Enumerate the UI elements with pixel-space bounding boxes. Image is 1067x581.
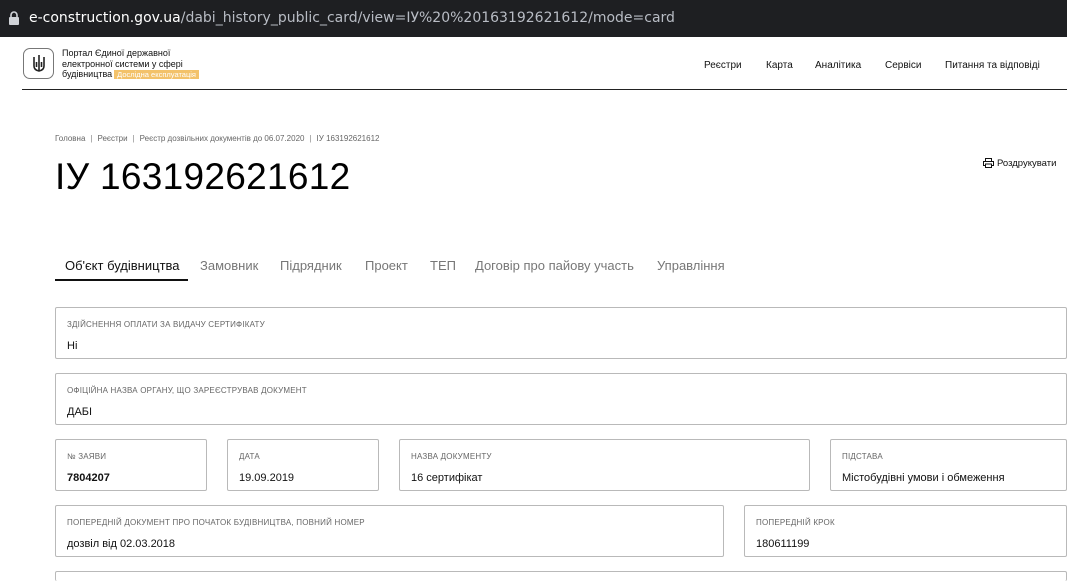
breadcrumb-separator: | <box>90 134 93 143</box>
active-tab-indicator <box>55 279 188 281</box>
tab-object[interactable]: Об'єкт будівництва <box>65 258 180 273</box>
authority-field: ОФІЦІЙНА НАЗВА ОРГАНУ, ЩО ЗАРЕЄСТРУВАВ Д… <box>55 373 1067 425</box>
field-label: НАЗВА ДОКУМЕНТУ <box>411 452 492 461</box>
portal-title-line2: електронної системи у сфері <box>62 58 183 69</box>
application-number-field: № ЗАЯВИ 7804207 <box>55 439 207 491</box>
field-value: 16 сертифікат <box>411 472 483 484</box>
basis-field: ПІДСТАВА Містобудівні умови і обмеження <box>830 439 1067 491</box>
breadcrumb-home[interactable]: Головна <box>55 134 85 143</box>
tab-customer[interactable]: Замовник <box>200 258 258 273</box>
field-value: ДАБІ <box>67 406 93 418</box>
tab-management[interactable]: Управління <box>657 258 725 273</box>
print-button[interactable]: Роздрукувати <box>983 158 1056 169</box>
portal-title[interactable]: Портал Єдиної державної електронної сист… <box>62 48 199 81</box>
nav-map[interactable]: Карта <box>766 60 793 71</box>
previous-document-field: ПОПЕРЕДНІЙ ДОКУМЕНТ ПРО ПОЧАТОК БУДІВНИЦ… <box>55 505 724 557</box>
field-label: ДАТА <box>239 452 260 461</box>
breadcrumb-registries[interactable]: Реєстри <box>97 134 127 143</box>
site-header: Портал Єдиної державної електронної сист… <box>22 37 1067 90</box>
field-value: дозвіл від 02.03.2018 <box>67 538 176 550</box>
url-text[interactable]: e-construction.gov.ua/dabi_history_publi… <box>29 10 675 26</box>
field-label: ПОПЕРЕДНІЙ ДОКУМЕНТ ПРО ПОЧАТОК БУДІВНИЦ… <box>67 518 365 527</box>
nav-analytics[interactable]: Аналітика <box>815 60 861 71</box>
browser-address-bar[interactable]: e-construction.gov.ua/dabi_history_publi… <box>0 0 1067 37</box>
payment-field: ЗДІЙСНЕННЯ ОПЛАТИ ЗА ВИДАЧУ СЕРТИФІКАТУ … <box>55 307 1067 359</box>
field-value: 180611199 <box>756 538 810 550</box>
field-value: 7804207 <box>67 472 110 484</box>
printer-icon <box>983 158 994 168</box>
nav-services[interactable]: Сервіси <box>885 60 921 71</box>
tab-contractor[interactable]: Підрядник <box>280 258 342 273</box>
field-value: Містобудівні умови і обмеження <box>842 472 1005 484</box>
tab-project[interactable]: Проект <box>365 258 408 273</box>
nav-faq[interactable]: Питання та відповіді <box>945 60 1040 71</box>
print-label: Роздрукувати <box>997 158 1057 169</box>
lock-icon <box>9 11 19 25</box>
breadcrumb-current: ІУ 163192621612 <box>316 134 380 143</box>
portal-title-line1: Портал Єдиної державної <box>62 48 171 58</box>
page-title: ІУ 163192621612 <box>55 156 351 197</box>
field-label: № ЗАЯВИ <box>67 452 107 461</box>
nav-registries[interactable]: Реєстри <box>704 60 742 71</box>
breadcrumb-separator: | <box>309 134 312 143</box>
field-label: ЗДІЙСНЕННЯ ОПЛАТИ ЗА ВИДАЧУ СЕРТИФІКАТУ <box>67 320 265 329</box>
field-value: 19.09.2019 <box>239 472 295 484</box>
field-label: ПІДСТАВА <box>842 452 883 461</box>
url-path: /dabi_history_public_card/view=ІУ%20%201… <box>180 10 675 26</box>
next-field-partial <box>55 571 1067 581</box>
breadcrumb-registry[interactable]: Реєстр дозвільних документів до 06.07.20… <box>140 134 305 143</box>
tab-contribution-agreement[interactable]: Договір про пайову участь <box>475 258 634 273</box>
trident-logo-icon[interactable] <box>23 48 54 79</box>
breadcrumb-separator: | <box>132 134 135 143</box>
document-name-field: НАЗВА ДОКУМЕНТУ 16 сертифікат <box>399 439 810 491</box>
breadcrumb: Головна | Реєстри | Реєстр дозвільних докуме… <box>55 134 379 143</box>
field-value: Ні <box>67 340 78 352</box>
portal-title-line3: будівництва <box>62 69 113 79</box>
tab-tep[interactable]: ТЕП <box>430 258 456 273</box>
field-label: ПОПЕРЕДНІЙ КРОК <box>756 518 835 527</box>
field-label: ОФІЦІЙНА НАЗВА ОРГАНУ, ЩО ЗАРЕЄСТРУВАВ Д… <box>67 386 307 395</box>
date-field: ДАТА 19.09.2019 <box>227 439 379 491</box>
trial-badge: Дослідна експлуатація <box>114 70 199 79</box>
url-domain: e-construction.gov.ua <box>29 10 181 26</box>
previous-step-field: ПОПЕРЕДНІЙ КРОК 180611199 <box>744 505 1067 557</box>
